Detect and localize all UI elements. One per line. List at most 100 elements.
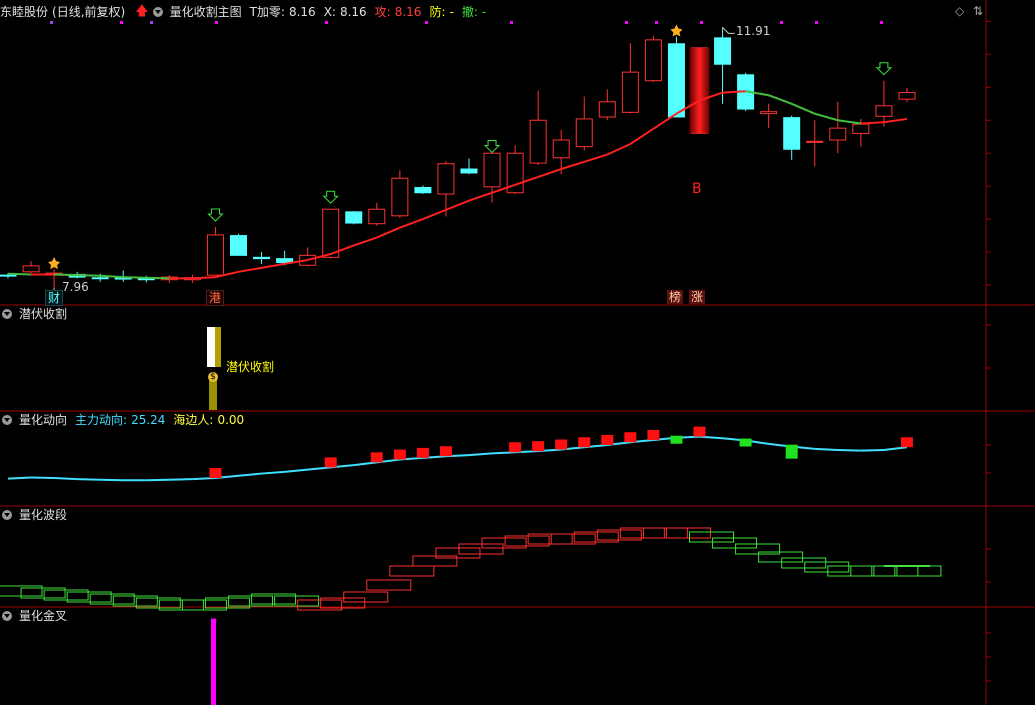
ma-segment: [560, 160, 585, 170]
candle-body[interactable]: [345, 211, 363, 224]
candle-body[interactable]: [852, 123, 870, 134]
dongxiang-line: [54, 477, 78, 481]
candle-body[interactable]: [483, 152, 501, 188]
candle-body[interactable]: [391, 177, 409, 217]
candle-body[interactable]: [0, 274, 17, 277]
candle-body[interactable]: [898, 92, 916, 100]
defend-value: -: [449, 5, 454, 19]
ma-segment: [883, 117, 908, 124]
candle-body[interactable]: [230, 235, 247, 256]
panel-title[interactable]: 量化波段: [19, 506, 67, 524]
candle-body[interactable]: [575, 118, 593, 148]
indicator-name[interactable]: 量化收割主图: [170, 3, 242, 21]
stock-name[interactable]: 东睦股份: [0, 3, 48, 21]
ma-segment: [468, 191, 493, 202]
main-header: 东睦股份 (日线,前复权) 🡅 量化收割主图 T加零: 8.16 X: 8.16…: [0, 3, 486, 21]
dongxiang-marker-up: [209, 468, 222, 479]
dropdown-icon[interactable]: [2, 415, 12, 425]
candle-body[interactable]: [414, 186, 432, 194]
candle-body[interactable]: [806, 140, 824, 143]
panel-title[interactable]: 量化金叉: [19, 607, 67, 625]
retail-value: 0.00: [217, 413, 245, 427]
qianfu-bar-side: [215, 327, 221, 367]
candle-body[interactable]: [667, 43, 685, 118]
candle-body[interactable]: [206, 234, 224, 276]
ma-segment: [100, 274, 124, 279]
dongxiang-marker-up: [532, 441, 545, 452]
dropdown-icon[interactable]: [2, 611, 12, 621]
dongxiang-header: 量化动向 主力动向: 25.24 海边人: 0.00: [0, 411, 244, 429]
candle-body[interactable]: [529, 119, 547, 164]
dongxiang-marker-up: [370, 452, 383, 463]
top-marker: [425, 21, 428, 24]
jincha-axis-label: 7.50: [1006, 622, 1035, 641]
price-axis-label: 10.50: [1006, 109, 1035, 128]
ma-segment: [261, 262, 285, 269]
boduan-box: [827, 565, 873, 577]
main-force-label: 主力动向:: [75, 413, 128, 427]
boduan-box: [642, 527, 688, 539]
panel-title[interactable]: 潜伏收割: [19, 305, 67, 323]
x-value: 8.16: [339, 5, 367, 19]
boduan-axis-label: 60.00: [1006, 571, 1035, 590]
candle-body[interactable]: [253, 256, 271, 260]
boduan-box: [389, 565, 435, 577]
down-arrow-icon: [483, 139, 501, 154]
jincha-bar: [211, 618, 216, 705]
candle-body[interactable]: [460, 168, 478, 174]
diamond-icon[interactable]: ◇: [955, 4, 964, 18]
candle-body[interactable]: [368, 208, 386, 225]
qianfu-axis-label: 5.00: [1006, 357, 1035, 376]
dropdown-icon[interactable]: [2, 309, 12, 319]
tag-gang[interactable]: 港: [206, 290, 225, 306]
tag-zhang[interactable]: 涨: [689, 290, 706, 304]
top-marker: [215, 21, 218, 24]
candle-body[interactable]: [437, 163, 455, 195]
ma-segment: [606, 143, 631, 156]
dropdown-icon[interactable]: [152, 7, 163, 17]
down-arrow-icon: [207, 208, 224, 222]
ma-segment: [860, 121, 884, 125]
coin-icon: $: [208, 372, 218, 382]
dongxiang-line: [146, 478, 170, 482]
candle-body[interactable]: [760, 111, 778, 115]
candle-body[interactable]: [875, 105, 893, 117]
top-marker: [655, 21, 658, 24]
withdraw-label: 撤:: [461, 5, 478, 19]
volume-highlight-bar: [689, 47, 710, 134]
qianfu-header: 潜伏收割: [0, 305, 67, 323]
t-value: 8.16: [288, 5, 316, 19]
dongxiang-line: [468, 452, 493, 457]
candle-body[interactable]: [322, 208, 340, 258]
tag-bang[interactable]: 榜: [667, 290, 684, 304]
candle-body[interactable]: [22, 265, 40, 273]
period-label[interactable]: (日线,前复权): [52, 3, 125, 21]
candle-body[interactable]: [783, 117, 801, 150]
sort-icon[interactable]: ⇅: [973, 4, 983, 18]
candle-body[interactable]: [714, 37, 732, 65]
candle-body[interactable]: [829, 127, 847, 141]
boduan-axis-label: 75.00: [1006, 538, 1035, 557]
boduan-box: [804, 561, 850, 573]
buy-mark: B: [692, 181, 702, 197]
candle-body[interactable]: [552, 139, 570, 159]
candle-body[interactable]: [644, 39, 662, 82]
ma-segment: [537, 168, 562, 178]
dongxiang-marker-up: [324, 457, 337, 468]
candle-body[interactable]: [621, 71, 639, 113]
candle-body[interactable]: [598, 101, 616, 118]
jincha-axis-label: 2.50: [1006, 670, 1035, 689]
dongxiang-axis-label: 35.00: [1006, 434, 1035, 453]
dongxiang-axis-label: 30.00: [1006, 462, 1035, 481]
panel-title[interactable]: 量化动向: [19, 411, 67, 429]
dropdown-icon[interactable]: [2, 510, 12, 520]
dongxiang-line: [7, 476, 32, 480]
high-price-label: 11.91: [736, 24, 771, 38]
top-marker: [815, 21, 818, 24]
dongxiang-line: [31, 476, 55, 480]
withdraw-value: -: [481, 5, 487, 19]
dongxiang-line: [100, 478, 124, 482]
top-marker: [325, 21, 328, 24]
boduan-box: [781, 557, 827, 569]
candle-body[interactable]: [91, 277, 109, 280]
